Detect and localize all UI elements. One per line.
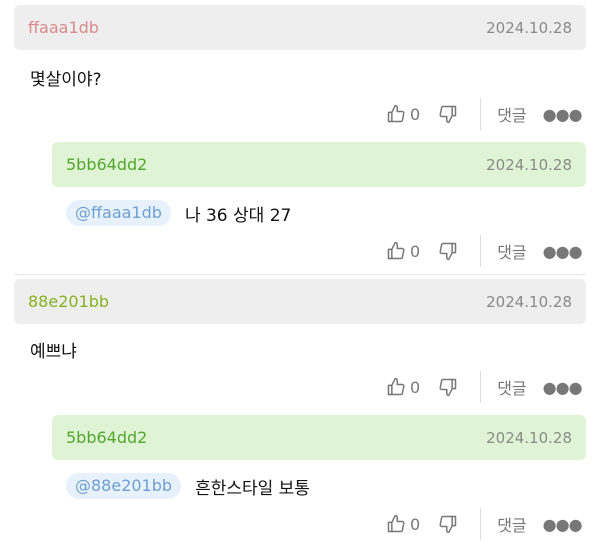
like-button[interactable]: 0 xyxy=(386,514,420,534)
reply-actions: 0 댓글 ●●● xyxy=(386,507,586,541)
reply-actions: 0 댓글 ●●● xyxy=(386,234,586,268)
reply-author[interactable]: 5bb64dd2 xyxy=(66,155,147,174)
reply-author[interactable]: 5bb64dd2 xyxy=(66,428,147,447)
comment-body: 예쁘냐 xyxy=(30,341,77,362)
comment-author[interactable]: ffaaa1db xyxy=(28,18,99,37)
like-count: 0 xyxy=(410,514,421,534)
comment-text: 예쁘냐 xyxy=(30,334,77,364)
thumbs-down-icon xyxy=(439,515,457,534)
action-separator xyxy=(480,371,482,403)
action-separator xyxy=(480,235,482,267)
more-dots-icon[interactable]: ●●● xyxy=(543,105,583,124)
reply-date: 2024.10.28 xyxy=(486,428,572,447)
more-dots-icon[interactable]: ●●● xyxy=(543,242,583,261)
comment-actions: 0 댓글 ●●● xyxy=(386,97,586,131)
comment-header: ffaaa1db 2024.10.28 xyxy=(14,5,586,50)
comment-header: 88e201bb 2024.10.28 xyxy=(14,279,586,324)
mention-tag[interactable]: @88e201bb xyxy=(66,473,182,499)
reply-header: 5bb64dd2 2024.10.28 xyxy=(52,415,586,460)
thumbs-up-icon xyxy=(387,514,405,533)
like-button[interactable]: 0 xyxy=(386,377,420,397)
dislike-button[interactable] xyxy=(438,377,458,397)
thumbs-down-icon xyxy=(439,378,457,397)
dislike-button[interactable] xyxy=(438,241,458,261)
action-separator xyxy=(480,508,482,540)
thumbs-down-icon xyxy=(439,242,457,261)
comment-actions: 0 댓글 ●●● xyxy=(386,370,586,404)
reply-button[interactable]: 댓글 xyxy=(497,239,526,263)
reply-button[interactable]: 댓글 xyxy=(497,375,526,399)
dislike-button[interactable] xyxy=(438,104,458,124)
thumbs-up-icon xyxy=(387,104,405,123)
reply-date: 2024.10.28 xyxy=(486,155,572,174)
comment-text: 몇살이야? xyxy=(30,62,102,92)
comment-author[interactable]: 88e201bb xyxy=(28,292,109,311)
comment-divider xyxy=(14,274,586,275)
like-button[interactable]: 0 xyxy=(386,104,420,124)
dislike-button[interactable] xyxy=(438,514,458,534)
reply-text: @88e201bb 흔한스타일 보통 xyxy=(66,470,310,502)
thumbs-up-icon xyxy=(387,377,405,396)
mention-tag[interactable]: @ffaaa1db xyxy=(66,200,171,226)
like-count: 0 xyxy=(410,241,421,261)
reply-body: 나 36 상대 27 xyxy=(184,205,292,226)
comment-body: 몇살이야? xyxy=(30,69,102,90)
reply-button[interactable]: 댓글 xyxy=(497,102,526,126)
reply-text: @ffaaa1db 나 36 상대 27 xyxy=(66,197,291,229)
like-count: 0 xyxy=(410,104,421,124)
comment-date: 2024.10.28 xyxy=(486,18,572,37)
action-separator xyxy=(480,98,482,130)
thumbs-up-icon xyxy=(387,241,405,260)
thumbs-down-icon xyxy=(439,105,457,124)
reply-button[interactable]: 댓글 xyxy=(497,512,526,536)
like-count: 0 xyxy=(410,377,421,397)
more-dots-icon[interactable]: ●●● xyxy=(543,515,583,534)
reply-body: 흔한스타일 보통 xyxy=(195,478,310,499)
comment-date: 2024.10.28 xyxy=(486,292,572,311)
reply-header: 5bb64dd2 2024.10.28 xyxy=(52,142,586,187)
like-button[interactable]: 0 xyxy=(386,241,420,261)
more-dots-icon[interactable]: ●●● xyxy=(543,378,583,397)
